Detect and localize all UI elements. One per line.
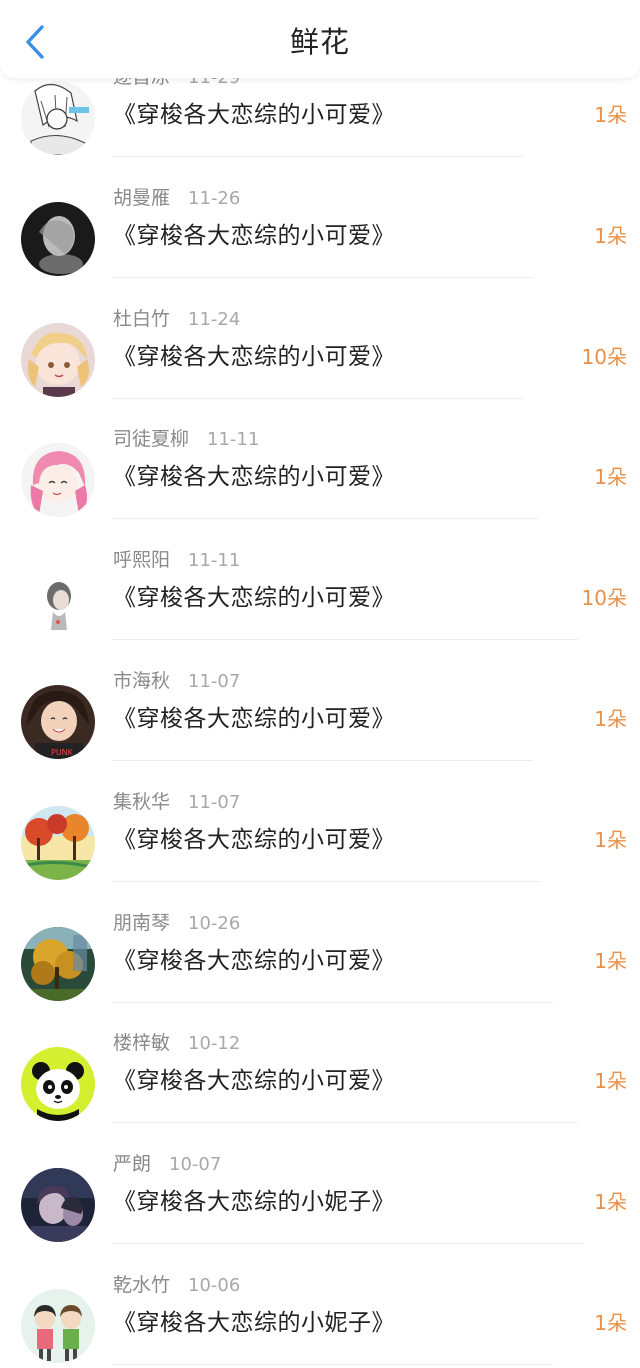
- book-title[interactable]: 《穿梭各大恋综的小可爱》: [113, 823, 395, 857]
- gift-date: 11-11: [188, 550, 241, 572]
- row-divider: [113, 156, 523, 157]
- gift-date: 11-24: [188, 308, 241, 330]
- row-divider: [113, 760, 533, 761]
- user-name[interactable]: 集秋华: [113, 791, 170, 813]
- page-title: 鲜花: [289, 25, 350, 59]
- user-name[interactable]: 杜白竹: [113, 308, 170, 330]
- flower-count: 10朵: [581, 344, 627, 369]
- book-title[interactable]: 《穿梭各大恋综的小可爱》: [113, 219, 395, 253]
- flower-count: 1朵: [594, 707, 627, 731]
- avatar[interactable]: [21, 1168, 95, 1243]
- avatar[interactable]: [21, 1289, 95, 1363]
- avatar[interactable]: [21, 805, 95, 880]
- user-info: 市海秋 11-07: [113, 668, 240, 694]
- gift-date: 11-07: [188, 791, 241, 813]
- gift-date: 11-07: [188, 671, 241, 692]
- avatar[interactable]: [21, 564, 95, 639]
- row-divider: [113, 639, 578, 641]
- flower-list-page: 逐首凉11-29《穿梭各大恋综的小可爱》1朵胡曼雁11-26《穿梭各大恋综的小可…: [0, 0, 640, 1368]
- gift-date: 11-26: [188, 187, 241, 209]
- row-divider: [113, 880, 541, 882]
- user-info: 楼梓敏 10-12: [113, 1030, 240, 1056]
- flower-count: 1朵: [594, 827, 627, 852]
- gift-date: 10-12: [188, 1033, 241, 1055]
- row-divider: [113, 1243, 583, 1245]
- flower-count: 1朵: [594, 223, 627, 248]
- book-title[interactable]: 《穿梭各大恋综的小可爱》: [113, 581, 395, 615]
- gift-date: 10-06: [188, 1275, 241, 1296]
- avatar[interactable]: [21, 1047, 95, 1122]
- user-info: 杜白竹 11-24: [113, 306, 240, 332]
- user-info: 朋南琴 10-26: [113, 910, 240, 936]
- flower-count: 1朵: [594, 465, 627, 490]
- flower-count: 1朵: [594, 1311, 627, 1335]
- gift-date: 10-07: [169, 1154, 222, 1176]
- user-name[interactable]: 乾水竹: [113, 1274, 170, 1296]
- user-name[interactable]: 严朗: [113, 1153, 151, 1175]
- user-name[interactable]: 司徒夏柳: [113, 428, 189, 450]
- user-name[interactable]: 市海秋: [113, 670, 170, 692]
- avatar[interactable]: [21, 322, 95, 397]
- book-title[interactable]: 《穿梭各大恋综的小可爱》: [113, 340, 395, 374]
- flower-count: 1朵: [594, 103, 627, 127]
- user-name[interactable]: 朋南琴: [113, 912, 170, 934]
- top-bar: 鲜花: [0, 0, 640, 78]
- flower-count: 1朵: [594, 1069, 627, 1094]
- row-divider: [113, 1122, 578, 1124]
- book-title[interactable]: 《穿梭各大恋综的小妮子》: [113, 1306, 395, 1340]
- gift-date: 11-11: [207, 429, 260, 451]
- user-info: 呼熙阳 11-11: [113, 547, 240, 573]
- row-divider: [113, 397, 523, 399]
- user-info: 乾水竹 10-06: [113, 1272, 240, 1298]
- avatar[interactable]: [21, 81, 95, 155]
- book-title[interactable]: 《穿梭各大恋综的小可爱》: [113, 460, 395, 494]
- gift-date: 10-26: [188, 912, 241, 934]
- flower-count: 10朵: [581, 586, 627, 611]
- row-divider: [113, 518, 538, 520]
- avatar[interactable]: [21, 201, 95, 276]
- user-info: 严朗 10-07: [113, 1151, 221, 1177]
- book-title[interactable]: 《穿梭各大恋综的小妮子》: [113, 1185, 395, 1219]
- user-name[interactable]: 楼梓敏: [113, 1032, 170, 1054]
- book-title[interactable]: 《穿梭各大恋综的小可爱》: [113, 702, 395, 736]
- user-name[interactable]: 呼熙阳: [113, 549, 170, 571]
- user-name[interactable]: 胡曼雁: [113, 187, 170, 209]
- row-divider: [113, 1364, 553, 1365]
- svg-text:PUNK: PUNK: [51, 748, 74, 757]
- flower-count: 1朵: [594, 1190, 627, 1215]
- flower-count: 1朵: [594, 948, 627, 973]
- book-title[interactable]: 《穿梭各大恋综的小可爱》: [113, 1064, 395, 1098]
- user-info: 胡曼雁 11-26: [113, 185, 240, 211]
- book-title[interactable]: 《穿梭各大恋综的小可爱》: [113, 944, 395, 978]
- row-divider: [113, 1001, 553, 1003]
- book-title[interactable]: 《穿梭各大恋综的小可爱》: [113, 98, 395, 132]
- avatar[interactable]: [21, 926, 95, 1001]
- user-info: 司徒夏柳 11-11: [113, 426, 259, 452]
- avatar[interactable]: PUNK: [21, 685, 95, 759]
- user-info: 集秋华 11-07: [113, 789, 240, 815]
- avatar[interactable]: [21, 443, 95, 518]
- row-divider: [113, 276, 533, 278]
